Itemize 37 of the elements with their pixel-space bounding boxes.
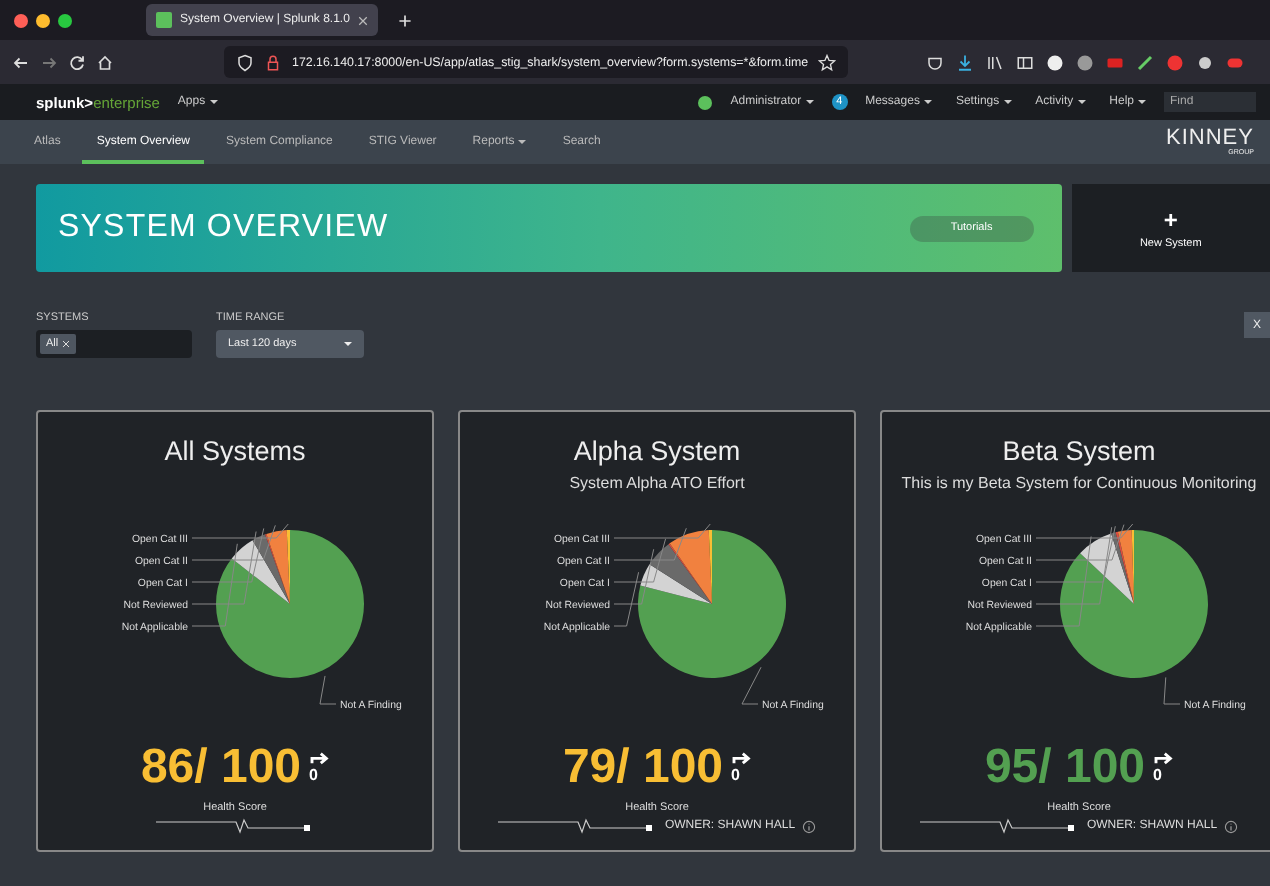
reload-icon[interactable]: [68, 53, 86, 71]
system-name: Alpha System: [573, 436, 741, 466]
health-score: 79/ 100: [562, 740, 724, 796]
new-tab-icon[interactable]: [397, 13, 412, 27]
shield-icon: [236, 53, 254, 71]
close-window-icon[interactable]: [14, 13, 28, 27]
right-arrow-icon: [1153, 752, 1174, 768]
right-arrow-icon: [309, 752, 330, 768]
leader-line: [319, 675, 337, 705]
health-score: 86/ 100: [140, 740, 302, 796]
user-status-icon: [698, 95, 713, 109]
trend-value: 0: [309, 768, 318, 784]
page-title: SYSTEM OVERVIEW: [58, 210, 391, 246]
lock-icon: [264, 53, 282, 71]
system-name: Beta System: [1002, 436, 1156, 466]
right-arrow-icon: [731, 752, 752, 768]
trend-value: 0: [731, 768, 740, 784]
library-icon[interactable]: [986, 53, 1004, 71]
system-description: This is my Beta System for Continuous Monitoring: [901, 474, 1257, 492]
home-icon[interactable]: [96, 53, 114, 71]
leader-line: [1163, 676, 1181, 705]
info-icon[interactable]: [1223, 819, 1238, 833]
back-icon[interactable]: [12, 53, 30, 71]
remove-icon[interactable]: [62, 340, 71, 348]
info-icon[interactable]: [801, 819, 816, 833]
health-score: 95/ 100: [984, 740, 1146, 796]
system-description: System Alpha ATO Effort: [569, 474, 745, 492]
trend-value: 0: [1153, 768, 1162, 784]
star-icon[interactable]: [818, 53, 837, 71]
forward-icon[interactable]: [40, 53, 58, 71]
download-icon[interactable]: [956, 53, 974, 71]
close-tab-icon[interactable]: [357, 15, 368, 25]
maximize-window-icon[interactable]: [58, 13, 72, 27]
sidebar-icon[interactable]: [1016, 53, 1034, 71]
leader-line: [741, 666, 762, 705]
minimize-window-icon[interactable]: [36, 13, 50, 27]
system-name: All Systems: [164, 436, 306, 466]
